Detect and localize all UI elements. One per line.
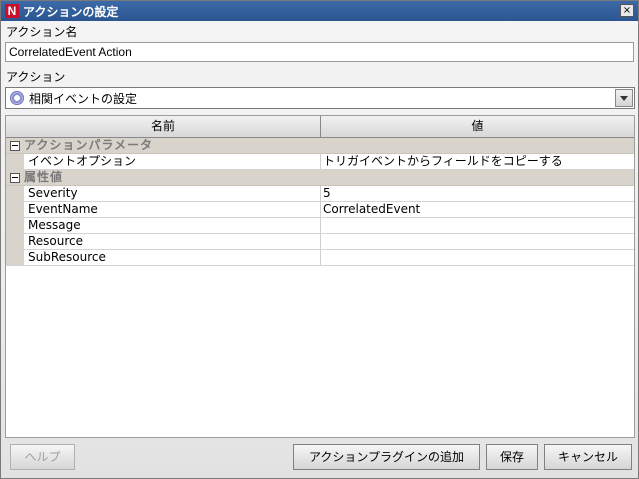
help-button[interactable]: ヘルプ xyxy=(10,444,75,470)
table-row[interactable]: Resource xyxy=(6,234,634,250)
properties-table: 名前 値 アクションパラメータ イベントオプション トリガイベントからフィールド… xyxy=(5,115,635,438)
row-gutter xyxy=(6,186,24,201)
row-gutter xyxy=(6,218,24,233)
group-label: アクションパラメータ xyxy=(24,138,154,152)
property-value[interactable]: トリガイベントからフィールドをコピーする xyxy=(321,154,634,169)
add-action-plugin-button[interactable]: アクションプラグインの追加 xyxy=(293,444,480,470)
app-logo-icon: N xyxy=(5,4,19,18)
collapse-icon[interactable] xyxy=(10,173,20,183)
property-value[interactable] xyxy=(321,250,634,265)
row-gutter xyxy=(6,250,24,265)
table-row[interactable]: SubResource xyxy=(6,250,634,266)
property-value[interactable]: CorrelatedEvent xyxy=(321,202,634,217)
collapse-icon[interactable] xyxy=(10,141,20,151)
action-selected-value: 相関イベントの設定 xyxy=(29,91,138,106)
save-button[interactable]: 保存 xyxy=(486,444,538,470)
property-name: SubResource xyxy=(24,250,321,265)
property-value[interactable]: 5 xyxy=(321,186,634,201)
cancel-button[interactable]: キャンセル xyxy=(544,444,632,470)
property-value[interactable] xyxy=(321,234,634,249)
table-row[interactable]: イベントオプション トリガイベントからフィールドをコピーする xyxy=(6,154,634,170)
table-header: 名前 値 xyxy=(6,116,634,138)
action-select[interactable]: 相関イベントの設定 xyxy=(5,87,635,109)
column-header-value[interactable]: 値 xyxy=(321,116,634,138)
property-name: Message xyxy=(24,218,321,233)
property-value[interactable] xyxy=(321,218,634,233)
group-label: 属性値 xyxy=(24,170,64,184)
group-row-attributes[interactable]: 属性値 xyxy=(6,170,634,186)
table-row[interactable]: EventName CorrelatedEvent xyxy=(6,202,634,218)
dropdown-arrow-button[interactable] xyxy=(615,89,633,107)
table-row[interactable]: Message xyxy=(6,218,634,234)
property-name: Resource xyxy=(24,234,321,249)
property-name: イベントオプション xyxy=(24,154,321,169)
property-name: EventName xyxy=(24,202,321,217)
gear-icon xyxy=(10,91,24,105)
row-gutter xyxy=(6,234,24,249)
window-title: アクションの設定 xyxy=(23,4,119,19)
column-header-name[interactable]: 名前 xyxy=(6,116,321,138)
close-button[interactable]: × xyxy=(620,4,634,17)
row-gutter xyxy=(6,202,24,217)
property-name: Severity xyxy=(24,186,321,201)
row-gutter xyxy=(6,154,24,169)
table-row[interactable]: Severity 5 xyxy=(6,186,634,202)
group-row-action-parameters[interactable]: アクションパラメータ xyxy=(6,138,634,154)
title-bar[interactable]: N アクションの設定 × xyxy=(1,1,638,21)
action-label: アクション xyxy=(6,70,66,84)
action-settings-dialog: N アクションの設定 × アクション名 アクション 相関イベントの設定 名前 値… xyxy=(0,0,639,479)
action-name-input[interactable] xyxy=(5,42,634,62)
action-name-label: アクション名 xyxy=(6,25,78,39)
